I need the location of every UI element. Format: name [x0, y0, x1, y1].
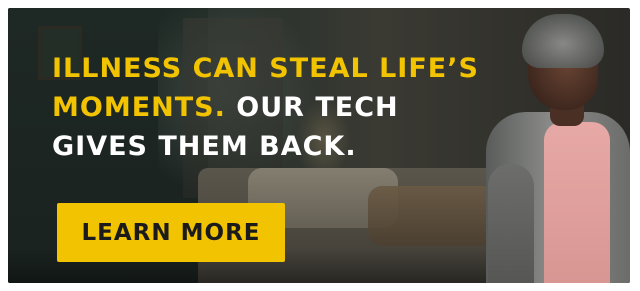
ad-headline: ILLNESS CAN STEAL LIFE’S MOMENTS. OUR TE…	[52, 49, 512, 166]
headline-line-3: GIVES THEM BACK.	[52, 131, 357, 162]
ad-banner[interactable]: ILLNESS CAN STEAL LIFE’S MOMENTS. OUR TE…	[8, 8, 630, 283]
learn-more-button[interactable]: LEARN MORE	[57, 203, 285, 262]
photo-person-arm	[488, 164, 534, 283]
photo-pillow	[368, 186, 498, 246]
photo-person-hair	[522, 14, 604, 68]
photo-person-shirt	[544, 122, 610, 283]
headline-line-2-yellow: MOMENTS.	[52, 92, 226, 123]
ad-frame: ILLNESS CAN STEAL LIFE’S MOMENTS. OUR TE…	[0, 0, 640, 291]
headline-line-1: ILLNESS CAN STEAL LIFE’S	[52, 53, 479, 84]
headline-line-2-white: OUR TECH	[225, 92, 399, 123]
learn-more-label: LEARN MORE	[81, 219, 261, 246]
headline-line-2: MOMENTS. OUR TECH	[52, 88, 512, 127]
